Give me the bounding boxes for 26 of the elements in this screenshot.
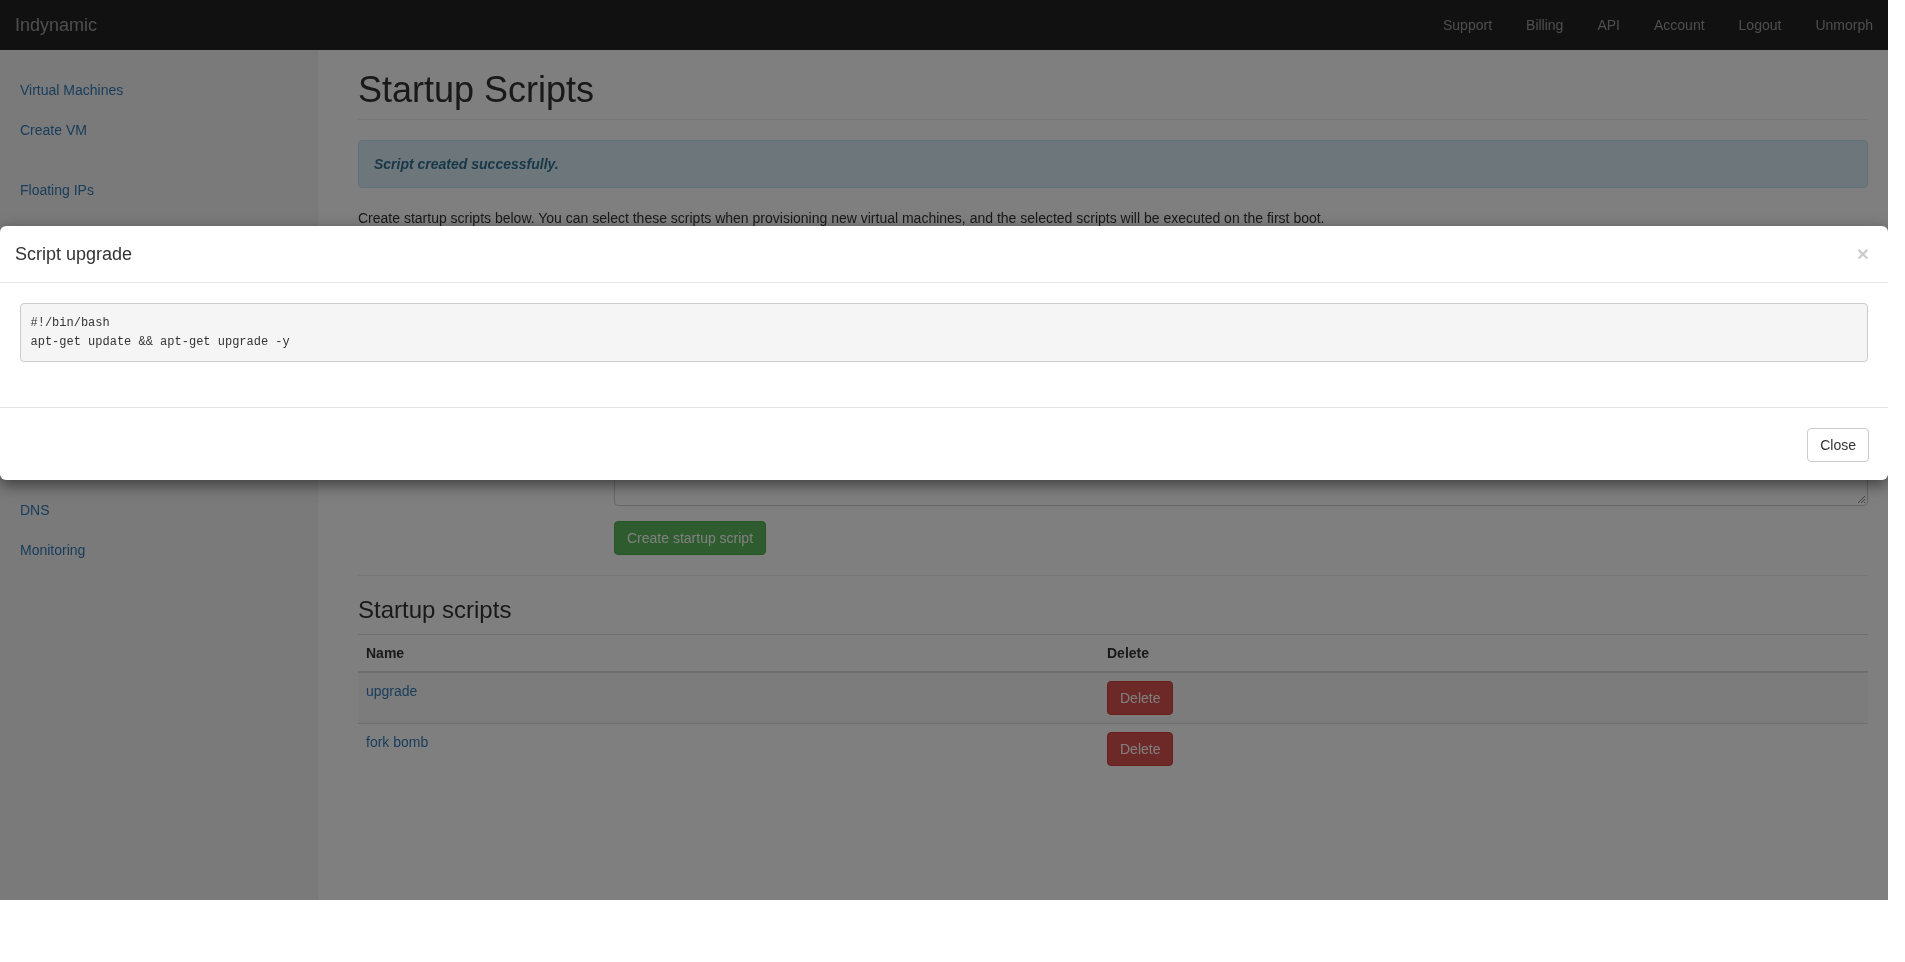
nav-link[interactable]: Account: [1637, 17, 1722, 33]
modal-title: Script upgrade: [15, 243, 133, 266]
sidebar-item[interactable]: Virtual Machines: [0, 70, 317, 110]
alert-message: Script created successfully.: [374, 156, 559, 172]
delete-button[interactable]: Delete: [1107, 732, 1174, 766]
nav-link[interactable]: Support: [1426, 17, 1510, 33]
nav-link[interactable]: API: [1580, 17, 1637, 33]
script-name-link[interactable]: fork bomb: [366, 734, 429, 750]
intro-text: Create startup scripts below. You can select these scripts when provisioning new virtual machines, and the selected scripts will be executed on the first boot.: [358, 210, 1326, 226]
section-title: Startup scripts: [358, 596, 513, 624]
sidebar-item[interactable]: Floating IPs: [0, 170, 317, 210]
close-button[interactable]: ×: [1852, 242, 1873, 266]
brand-link[interactable]: Indynamic: [15, 14, 98, 36]
close-button[interactable]: Close: [1807, 428, 1869, 462]
sidebar-item[interactable]: Monitoring: [0, 530, 317, 570]
script-name-link[interactable]: upgrade: [366, 683, 418, 699]
nav-link[interactable]: Logout: [1721, 17, 1799, 33]
sidebar-item[interactable]: DNS: [0, 490, 317, 530]
nav-link[interactable]: Unmorph: [1798, 17, 1873, 33]
create-script-button[interactable]: Create startup script: [614, 521, 767, 555]
sidebar-item[interactable]: Create VM: [0, 110, 317, 150]
code-block: #!/bin/bash apt-get update && apt-get upgrade -y: [20, 303, 1868, 362]
delete-button[interactable]: Delete: [1107, 681, 1174, 715]
resize-handle-icon[interactable]: [1857, 495, 1865, 503]
nav-link[interactable]: Billing: [1509, 17, 1581, 33]
page-title: Startup Scripts: [358, 70, 1868, 120]
